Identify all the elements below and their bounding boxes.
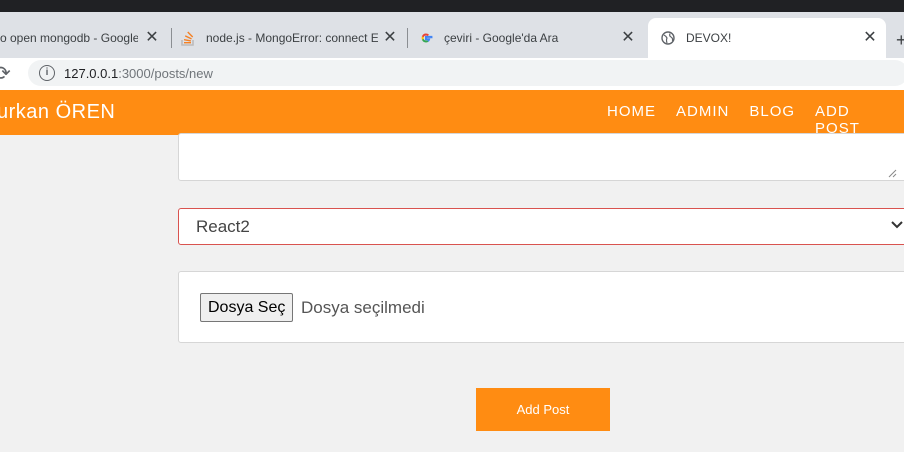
address-bar[interactable]: i 127.0.0.1:3000/posts/new	[28, 60, 904, 86]
close-icon[interactable]: ✕	[380, 28, 400, 48]
tab-label: o open mongodb - Google	[0, 31, 138, 45]
stackoverflow-icon	[180, 30, 196, 46]
file-upload-box: Dosya Seç Dosya seçilmedi	[178, 271, 904, 343]
close-icon[interactable]: ✕	[860, 28, 880, 48]
close-icon[interactable]: ✕	[618, 28, 638, 48]
window-titlebar	[0, 0, 904, 12]
tab-google-search[interactable]: çeviri - Google'da Ara ✕	[418, 18, 644, 58]
globe-icon	[660, 30, 676, 46]
reload-icon[interactable]: ⟳	[0, 62, 18, 86]
url-host: 127.0.0.1	[64, 65, 119, 81]
tab-label: node.js - MongoError: connect EC	[206, 31, 378, 45]
nav-link-home[interactable]: HOME	[607, 103, 656, 137]
content-textarea[interactable]	[178, 133, 904, 181]
site-brand[interactable]: urkan ÖREN	[0, 101, 115, 124]
site-navbar: urkan ÖREN HOME ADMIN BLOG ADD POST	[0, 90, 904, 137]
url-path: :3000/posts/new	[118, 65, 213, 81]
tab-separator	[171, 28, 172, 48]
google-icon	[418, 30, 434, 46]
category-select[interactable]: React2	[178, 208, 904, 245]
tab-label: çeviri - Google'da Ara	[444, 31, 559, 45]
nav-link-admin[interactable]: ADMIN	[676, 103, 729, 137]
new-tab-icon[interactable]: +	[896, 30, 904, 51]
tab-label: DEVOX!	[686, 31, 732, 45]
tab-strip: o open mongodb - Google ✕ node.js - Mong…	[0, 12, 904, 58]
tab-devox[interactable]: DEVOX! ✕	[648, 18, 886, 58]
category-select-value: React2	[196, 216, 250, 236]
nav-links: HOME ADMIN BLOG ADD POST	[607, 103, 904, 137]
tab-mongodb[interactable]: o open mongodb - Google ✕	[0, 18, 168, 58]
add-post-button[interactable]: Add Post	[476, 388, 610, 431]
close-icon[interactable]: ✕	[142, 28, 162, 48]
tab-stackoverflow[interactable]: node.js - MongoError: connect EC ✕	[180, 18, 406, 58]
nav-link-blog[interactable]: BLOG	[749, 103, 795, 137]
chevron-down-icon	[891, 219, 903, 233]
browser-toolbar: ⟳ i 127.0.0.1:3000/posts/new	[0, 58, 904, 91]
tab-separator	[407, 28, 408, 48]
info-icon[interactable]: i	[39, 65, 55, 81]
resize-grip-icon[interactable]	[887, 168, 897, 178]
choose-file-button[interactable]: Dosya Seç	[200, 293, 294, 322]
nav-link-add-post[interactable]: ADD POST	[815, 103, 884, 137]
file-status-text: Dosya seçilmedi	[301, 298, 425, 317]
page-content: React2 Dosya Seç Dosya seçilmedi Add Pos…	[0, 133, 904, 452]
url-text: 127.0.0.1:3000/posts/new	[64, 66, 213, 81]
